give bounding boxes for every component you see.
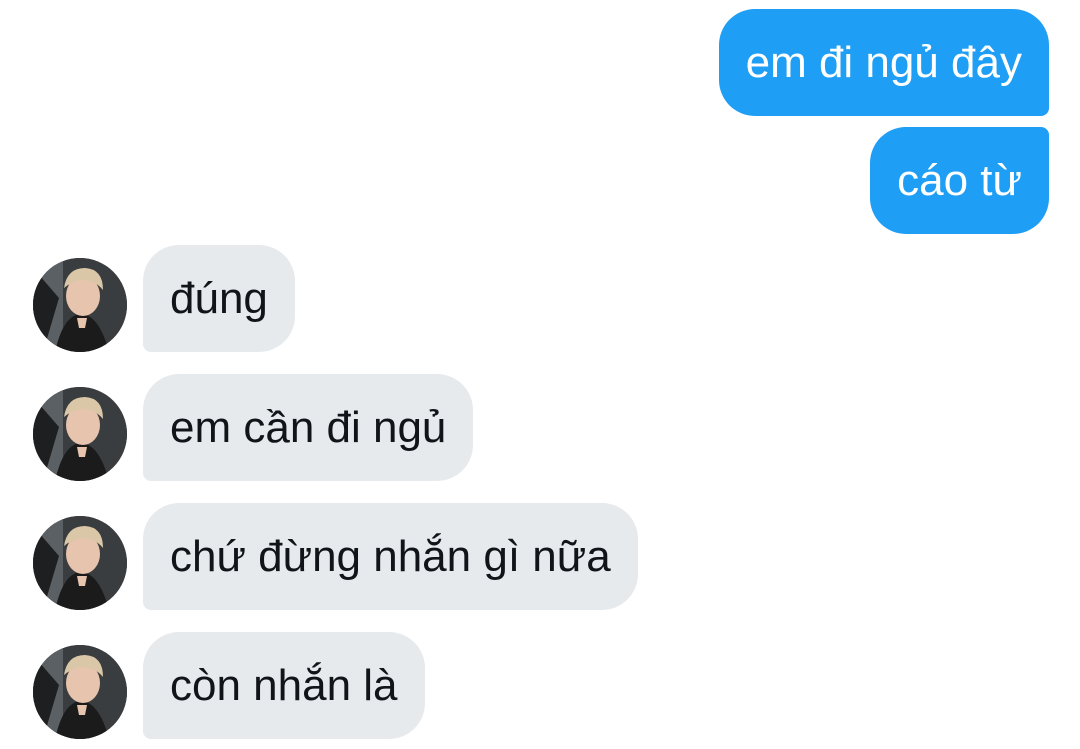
- message-text: đúng: [170, 273, 268, 323]
- message-text: em đi ngủ đây: [745, 37, 1022, 87]
- message-text: em cần đi ngủ: [170, 402, 447, 452]
- received-message[interactable]: em cần đi ngủ: [143, 374, 474, 481]
- sent-message[interactable]: em đi ngủ đây: [718, 9, 1049, 116]
- message-text: chứ đừng nhắn gì nữa: [170, 531, 611, 581]
- message-text: cáo từ: [897, 155, 1022, 205]
- contact-avatar[interactable]: [33, 645, 127, 739]
- contact-avatar[interactable]: [33, 387, 127, 481]
- message-text: còn nhắn là: [170, 660, 398, 710]
- received-message[interactable]: đúng: [143, 245, 295, 352]
- received-message[interactable]: chứ đừng nhắn gì nữa: [143, 503, 638, 610]
- received-message[interactable]: còn nhắn là: [143, 632, 425, 739]
- contact-avatar[interactable]: [33, 258, 127, 352]
- contact-avatar[interactable]: [33, 516, 127, 610]
- sent-message[interactable]: cáo từ: [870, 127, 1049, 234]
